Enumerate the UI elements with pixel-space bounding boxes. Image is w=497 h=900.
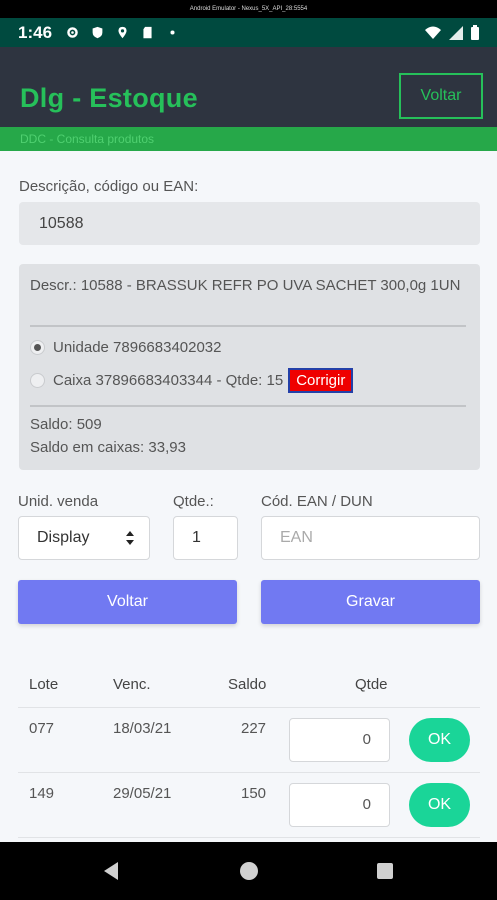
- unit-select[interactable]: Display: [18, 516, 150, 560]
- row-qty-input[interactable]: 0: [289, 718, 390, 762]
- app-header: Dlg - Estoque Voltar: [0, 47, 497, 127]
- ok-button[interactable]: OK: [409, 718, 470, 762]
- back-triangle-icon[interactable]: [103, 861, 119, 881]
- battery-icon: [471, 25, 479, 40]
- wifi-icon: [425, 26, 441, 39]
- dot-icon: [170, 30, 175, 35]
- cell-venc: 18/03/21: [113, 720, 172, 737]
- row-qty-input[interactable]: 0: [289, 783, 390, 827]
- qty-label: Qtde.:: [173, 493, 214, 510]
- unit-select-value: Display: [37, 529, 90, 546]
- column-header-qtde: Qtde: [355, 676, 388, 693]
- divider: [30, 405, 466, 407]
- back-button[interactable]: Voltar: [18, 580, 237, 624]
- shield-icon: [92, 26, 103, 39]
- cell-saldo: 150: [241, 785, 267, 802]
- product-info-panel: Descr.: 10588 - BRASSUK REFR PO UVA SACH…: [19, 264, 480, 470]
- status-bar: 1:46: [0, 18, 497, 47]
- fix-button[interactable]: Corrigir: [288, 368, 354, 393]
- signal-icon: [449, 25, 463, 40]
- cell-lote: 149: [29, 785, 55, 802]
- ean-label: Cód. EAN / DUN: [261, 493, 373, 510]
- ean-input[interactable]: [261, 516, 480, 560]
- column-header-saldo: Saldo: [228, 676, 267, 693]
- box-option[interactable]: Caixa 37896683403344 - Qtde: 15 Corrigir: [30, 368, 354, 393]
- table-divider: [18, 772, 480, 773]
- navigation-bar: [0, 842, 497, 900]
- search-input[interactable]: 10588: [19, 202, 480, 245]
- home-circle-icon[interactable]: [240, 862, 258, 880]
- sd-card-icon: [143, 26, 152, 39]
- select-arrows-icon: [126, 531, 134, 545]
- unit-option-label: Unidade 7896683402032: [53, 339, 222, 356]
- recent-apps-icon[interactable]: [377, 863, 393, 879]
- location-icon: [118, 26, 127, 39]
- column-header-venc: Venc.: [113, 676, 151, 693]
- save-button[interactable]: Gravar: [261, 580, 480, 624]
- cell-venc: 29/05/21: [113, 785, 172, 802]
- emulator-title: Android Emulator - Nexus_5X_API_28:5554: [0, 0, 497, 18]
- divider: [30, 325, 466, 327]
- header-back-button[interactable]: Voltar: [399, 73, 483, 119]
- cell-lote: 077: [29, 720, 55, 737]
- product-description: Descr.: 10588 - BRASSUK REFR PO UVA SACH…: [30, 277, 461, 294]
- box-option-label: Caixa 37896683403344 - Qtde: 15: [53, 372, 284, 389]
- status-time: 1:46: [18, 22, 53, 42]
- cell-saldo: 227: [241, 720, 267, 737]
- ok-button[interactable]: OK: [409, 783, 470, 827]
- column-header-lote: Lote: [29, 676, 59, 693]
- saldo-caixas-text: Saldo em caixas: 33,93: [30, 439, 186, 456]
- gear-icon: [67, 27, 78, 38]
- unit-radio[interactable]: [30, 340, 45, 355]
- quantity-input[interactable]: 1: [173, 516, 238, 560]
- unit-label: Unid. venda: [18, 493, 99, 510]
- app-title: Dlg - Estoque: [20, 83, 198, 113]
- box-radio[interactable]: [30, 373, 45, 388]
- breadcrumb: DDC - Consulta produtos: [0, 127, 497, 151]
- table-divider: [18, 837, 480, 838]
- unit-option[interactable]: Unidade 7896683402032: [30, 339, 222, 356]
- saldo-text: Saldo: 509: [30, 416, 102, 433]
- search-label: Descrição, código ou EAN:: [19, 178, 199, 195]
- table-divider: [18, 707, 480, 708]
